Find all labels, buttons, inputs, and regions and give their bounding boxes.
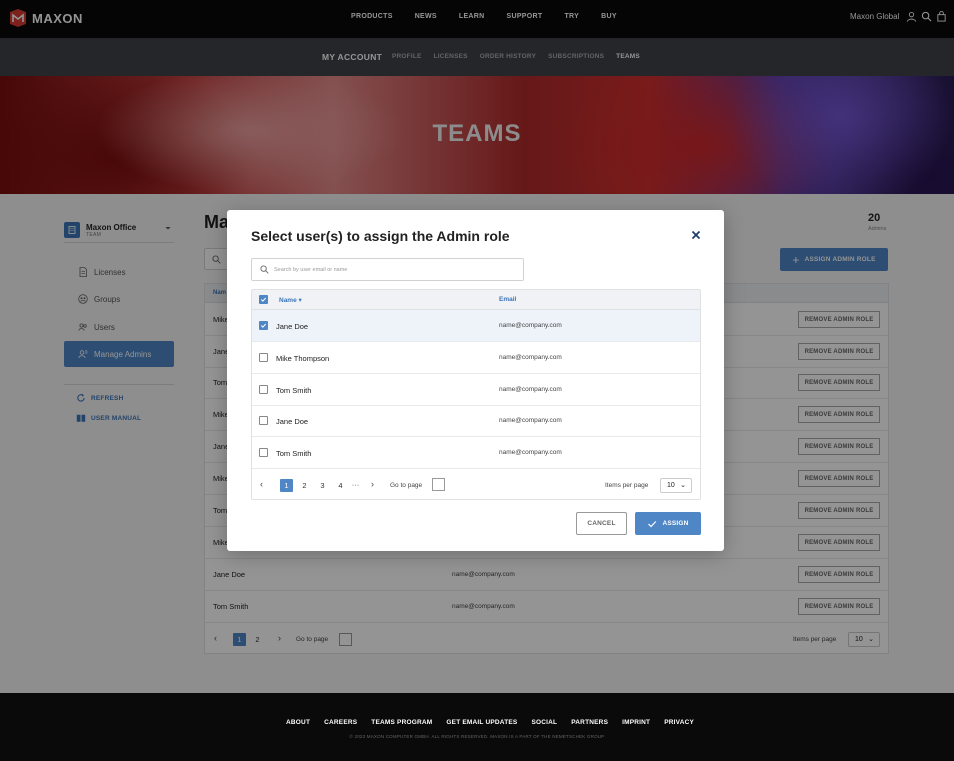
footer-link-teams-program[interactable]: TEAMS PROGRAM (371, 719, 432, 726)
user-name: Jane Doe (276, 322, 309, 331)
user-name: Mike Thompson (276, 354, 330, 363)
row-checkbox[interactable] (259, 385, 268, 394)
assign-admin-modal: Select user(s) to assign the Admin role … (227, 210, 724, 551)
go-to-page-label: Go to page (390, 482, 423, 489)
footer-links: ABOUT CAREERS TEAMS PROGRAM GET EMAIL UP… (286, 719, 694, 726)
footer-link-careers[interactable]: CAREERS (324, 719, 357, 726)
modal-title: Select user(s) to assign the Admin role (251, 228, 510, 244)
row-checkbox[interactable] (259, 448, 268, 457)
page-button-3[interactable]: 3 (316, 479, 329, 492)
select-all-checkbox[interactable] (259, 295, 268, 304)
go-to-page-input[interactable] (432, 478, 445, 491)
page-button-1[interactable]: 1 (280, 479, 293, 492)
user-search-input[interactable] (274, 266, 514, 273)
assign-button[interactable]: ASSIGN (635, 512, 701, 535)
user-email: name@company.com (499, 449, 562, 456)
close-icon[interactable] (690, 229, 702, 241)
column-name-label: Name (279, 297, 297, 304)
site-footer: ABOUT CAREERS TEAMS PROGRAM GET EMAIL UP… (0, 693, 954, 761)
user-table-header: Name ▾ Email (252, 290, 700, 310)
assign-label: ASSIGN (662, 520, 689, 527)
footer-link-partners[interactable]: PARTNERS (571, 719, 608, 726)
user-row[interactable]: Mike Thompson name@company.com (252, 342, 700, 374)
column-header-email[interactable]: Email (499, 296, 516, 303)
checkmark-icon (260, 297, 267, 302)
user-email: name@company.com (499, 417, 562, 424)
pagination-ellipsis: ··· (351, 480, 360, 489)
footer-copyright: © 2023 MAXON COMPUTER GMBH. ALL RIGHTS R… (349, 734, 605, 739)
user-search-field[interactable] (251, 258, 524, 281)
sort-down-icon: ▾ (298, 297, 302, 304)
user-email: name@company.com (499, 354, 562, 361)
page-button-4[interactable]: 4 (334, 479, 347, 492)
footer-link-about[interactable]: ABOUT (286, 719, 310, 726)
user-email: name@company.com (499, 322, 562, 329)
footer-link-privacy[interactable]: PRIVACY (664, 719, 694, 726)
items-per-page-select[interactable]: 10 ⌄ (660, 478, 692, 493)
column-header-name[interactable]: Name ▾ (279, 296, 302, 304)
row-checkbox[interactable] (259, 416, 268, 425)
user-row[interactable]: Tom Smith name@company.com (252, 437, 700, 469)
checkmark-icon (260, 323, 267, 328)
page-button-2[interactable]: 2 (298, 479, 311, 492)
user-name: Jane Doe (276, 417, 309, 426)
user-row[interactable]: Jane Doe name@company.com (252, 405, 700, 437)
user-row[interactable]: Tom Smith name@company.com (252, 374, 700, 406)
user-name: Tom Smith (276, 386, 312, 395)
footer-link-imprint[interactable]: IMPRINT (622, 719, 650, 726)
footer-link-social[interactable]: SOCIAL (531, 719, 557, 726)
user-select-table: Name ▾ Email Jane Doe name@company.com M… (251, 289, 701, 500)
user-row[interactable]: Jane Doe name@company.com (252, 310, 700, 342)
row-checkbox[interactable] (259, 353, 268, 362)
items-per-page-value: 10 (667, 482, 675, 489)
row-checkbox[interactable] (259, 321, 268, 330)
checkmark-icon (648, 520, 657, 527)
chevron-right-icon[interactable]: › (371, 479, 374, 489)
user-name: Tom Smith (276, 449, 312, 458)
items-per-page-label: Items per page (605, 482, 649, 489)
cancel-button[interactable]: CANCEL (576, 512, 627, 535)
modal-pagination: ‹ 1 2 3 4 ··· › Go to page Items per pag… (252, 473, 700, 499)
search-icon (260, 265, 269, 274)
footer-link-email-updates[interactable]: GET EMAIL UPDATES (446, 719, 517, 726)
user-email: name@company.com (499, 386, 562, 393)
chevron-down-icon: ⌄ (680, 482, 686, 489)
chevron-left-icon[interactable]: ‹ (260, 479, 263, 489)
